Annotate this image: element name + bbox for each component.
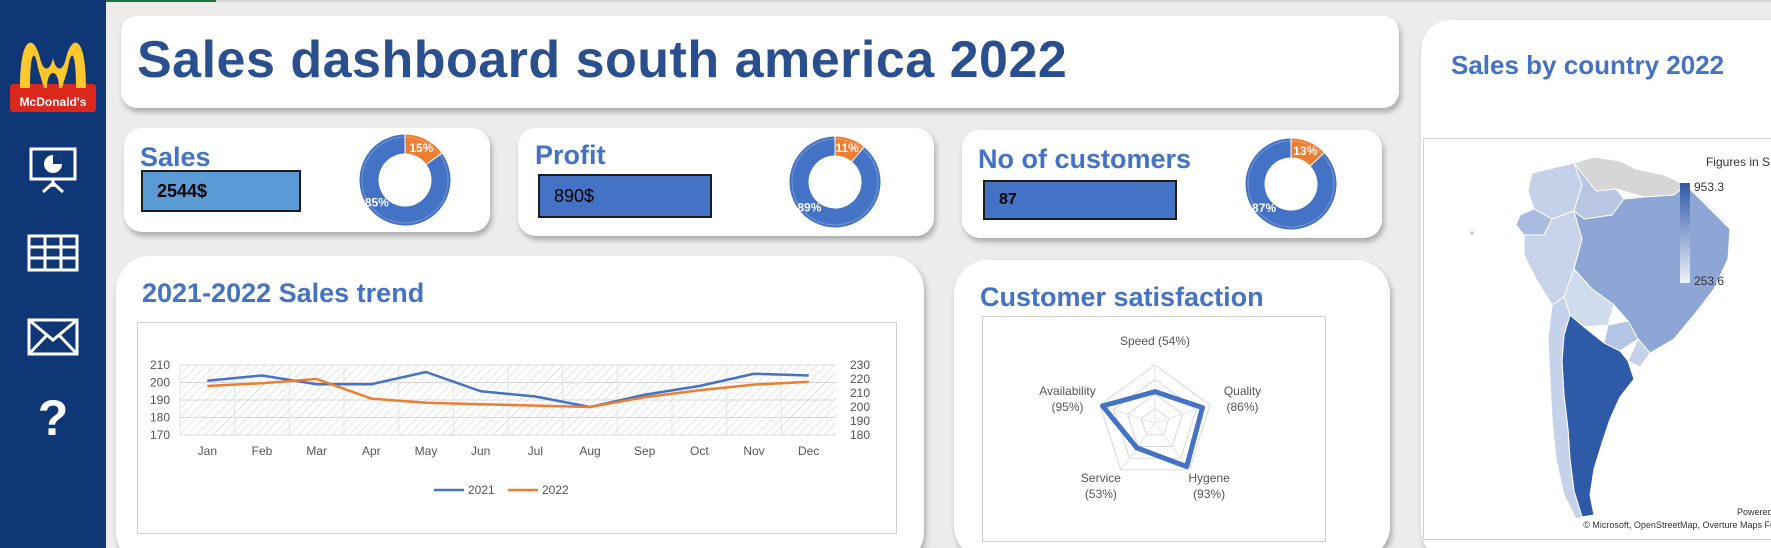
donut-label-primary: 85% [365,195,389,209]
x-tick-label: Dec [798,444,819,458]
kpi-card-profit: Profit 890$ 11% 89% [518,128,934,236]
donut-profit: 11% 89% [788,135,882,229]
kpi-value-profit: 890$ [538,174,712,218]
radar-chart: Speed (54%) Quality (86%) Hygene (93%) Servic… [982,316,1326,542]
legend-label-2022: 2022 [542,483,569,497]
x-tick-label: Nov [743,444,764,458]
sales-trend-title: 2021-2022 Sales trend [142,278,425,308]
donut-label-secondary: 15% [409,141,433,155]
kpi-value-customers: 87 [983,180,1177,220]
radar-axis-label: Speed (54%) [1120,334,1190,348]
sales-trend-card: 2021-2022 Sales trend 210 200 190 180 170 230… [116,256,924,548]
kpi-value-sales: 2544$ [141,170,301,212]
satisfaction-card: Customer satisfaction Speed (54%) Quality… [954,260,1390,548]
x-tick-label: Jun [471,444,490,458]
y-right-tick-label: 200 [850,400,870,414]
line-chart-svg: 210200190180170230220210200190180Jan Feb M… [150,358,870,497]
map-attribution: © Microsoft, OpenStreetMap, Overture Map… [1583,520,1771,530]
y-right-tick-label: 220 [850,372,870,386]
y-right-tick-label: 210 [850,386,870,400]
y-right-tick-label: 190 [850,414,870,428]
map-legend-title: Figures in S [1706,155,1770,169]
y-right-tick-label: 180 [850,428,870,442]
mail-icon[interactable] [24,313,82,361]
dashboard-title: Sales dashboard south america 2022 [137,31,1068,89]
radar-axis-label: Availability (95%) [1039,384,1095,414]
radar-axis-label: Quality (86%) [1224,384,1261,414]
radar-series [1100,389,1205,470]
x-tick-label: Oct [690,444,709,458]
help-icon-glyph: ? [37,390,69,446]
logo-text: McDonald's [20,95,87,109]
kpi-card-sales: Sales 2544$ 15% 85% [124,128,490,232]
x-tick-label: Aug [579,444,600,458]
map-legend-scale [1680,183,1690,283]
donut-label-secondary: 11% [836,141,860,155]
y-left-tick-label: 190 [150,393,170,407]
kpi-card-customers: No of customers 87 13% 87% [962,130,1382,238]
table-icon[interactable] [24,229,82,277]
y-left-tick-label: 180 [150,411,170,425]
sidebar: McDonald's ? [0,0,106,548]
map-card: Sales by country 2022 Figures in S 953.3… [1421,20,1771,548]
legend-label-2021: 2021 [468,483,495,497]
satisfaction-title: Customer satisfaction [980,282,1264,312]
sales-trend-chart: 210 200 190 180 170 230 220 210 200 190 180 Jan Feb M… [137,322,897,534]
active-sheet-indicator [106,0,216,2]
kpi-label-customers: No of customers [978,144,1192,174]
radar-axis-label: Hygene (93%) [1188,471,1230,501]
map-legend-max: 953.3 [1694,180,1724,194]
donut-customers: 13% 87% [1244,137,1338,231]
x-tick-label: Jan [198,444,217,458]
presentation-icon[interactable] [24,146,82,194]
south-america-map: Figures in S 953.3 253.6 Powered b © Mic… [1470,155,1771,530]
y-right-tick-label: 230 [850,358,870,372]
x-tick-label: May [415,444,438,458]
map-region-galapagos [1470,231,1474,235]
x-tick-label: Apr [362,444,381,458]
radar-axis-label: Service (53%) [1081,471,1121,501]
donut-label-secondary: 13% [1293,144,1317,158]
top-border [0,0,1771,2]
radar-chart-svg: Speed (54%) Quality (86%) Hygene (93%) Servic… [1039,334,1261,501]
y-left-tick-label: 170 [150,428,170,442]
mcdonalds-logo: McDonald's [10,42,96,112]
x-tick-label: Jul [528,444,543,458]
x-tick-label: Mar [306,444,327,458]
y-left-tick-label: 210 [150,358,170,372]
map-powered-by: Powered b [1737,507,1771,517]
y-left-tick-label: 200 [150,376,170,390]
help-icon[interactable]: ? [24,390,82,446]
donut-sales: 15% 85% [358,133,452,227]
kpi-label-sales: Sales [140,142,211,172]
map-title: Sales by country 2022 [1451,50,1725,80]
donut-label-primary: 89% [797,200,821,214]
x-tick-label: Feb [252,444,273,458]
title-card: Sales dashboard south america 2022 [121,16,1399,108]
map-legend-min: 253.6 [1694,274,1724,288]
donut-label-primary: 87% [1252,201,1276,215]
kpi-label-profit: Profit [535,140,606,170]
x-tick-label: Sep [634,444,656,458]
map-frame: Figures in S 953.3 253.6 Powered b © Mic… [1423,138,1771,540]
